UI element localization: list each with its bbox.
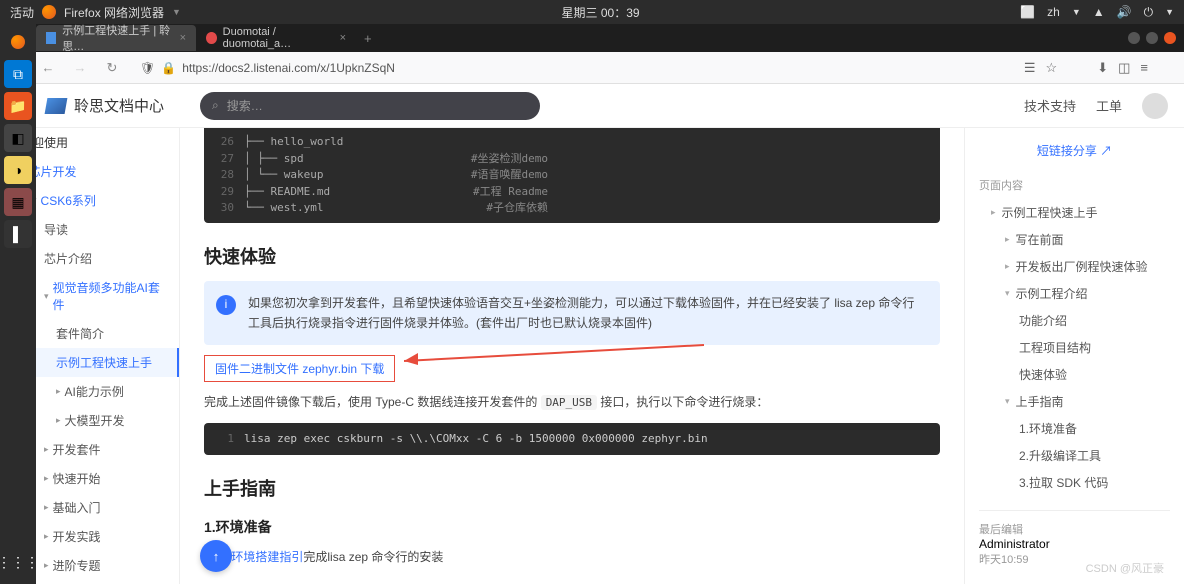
extension-icon[interactable]: ◫ (1118, 60, 1130, 76)
shield-icon: 🛡 (140, 61, 155, 75)
dock-terminal[interactable]: ▌ (4, 220, 32, 248)
toc-item[interactable]: 功能介绍 (979, 307, 1170, 334)
link-env-setup[interactable]: 环境搭建指引 (231, 550, 303, 564)
app-menu[interactable]: Firefox 网络浏览器 (64, 4, 164, 21)
lock-icon: 🔒 (161, 61, 176, 75)
code-tree: 26├── hello_world 27│ ├── spd#坐姿检测demo 2… (204, 128, 940, 223)
firefox-icon (42, 5, 56, 19)
scroll-top-button[interactable]: ↑ (200, 540, 232, 572)
heading-quick: 快速体验 (204, 243, 940, 269)
toc-item[interactable]: 工程项目结构 (979, 334, 1170, 361)
close-window-button[interactable] (1164, 32, 1176, 44)
toc-item[interactable]: ▸开发板出厂例程快速体验 (979, 253, 1170, 280)
download-link-boxed: 固件二进制文件 zephyr.bin 下载 (204, 355, 395, 382)
bookmark-icon[interactable]: ☆ (1046, 60, 1058, 76)
toc-title: 页面内容 (979, 177, 1170, 193)
info-icon: i (216, 295, 236, 315)
browser-tab-2[interactable]: Duomotai / duomotai_a… × (196, 25, 356, 51)
toc-item[interactable]: ▾示例工程介绍 (979, 280, 1170, 307)
table-of-contents: 短链接分享 ↗ 页面内容 ▸示例工程快速上手 ▸写在前面 ▸开发板出厂例程快速体… (964, 128, 1184, 584)
lang-indicator[interactable]: zh (1047, 5, 1060, 19)
toc-item[interactable]: ▸写在前面 (979, 226, 1170, 253)
dock-apps[interactable]: ⋮⋮⋮ (4, 548, 32, 576)
main-content: 26├── hello_world 27│ ├── spd#坐姿检测demo 2… (180, 128, 964, 584)
maximize-button[interactable] (1146, 32, 1158, 44)
menu-icon[interactable]: ≡ (1140, 60, 1148, 76)
url-text: https://docs2.listenai.com/x/1UpknZSqN (182, 61, 395, 75)
browser-tab-bar: 示例工程快速上手 | 聆思… × Duomotai / duomotai_a… … (0, 24, 1184, 52)
last-edit-info: 最后编辑 Administrator 昨天10:59 (979, 510, 1170, 567)
dock-firefox[interactable] (4, 28, 32, 56)
gnome-top-bar: 活动 Firefox 网络浏览器 ▼ 星期三 00：39 ⬜ zh ▼ ▲ 🔊 … (0, 0, 1184, 24)
clock[interactable]: 星期三 00：39 (181, 4, 1020, 21)
reader-icon[interactable]: ☰ (1024, 60, 1036, 76)
activities-button[interactable]: 活动 (10, 4, 34, 21)
heading-guide: 上手指南 (204, 475, 940, 501)
dock-files[interactable]: 📁 (4, 92, 32, 120)
paragraph-after-download: 完成上述固件镜像下载后，使用 Type-C 数据线连接开发套件的 DAP_USB… (204, 392, 940, 413)
search-placeholder: 搜索… (227, 97, 263, 114)
close-icon[interactable]: × (180, 32, 186, 44)
reload-button[interactable]: ↻ (100, 56, 124, 80)
info-callout: i 如果您初次拿到开发套件，且希望快速体验语音交互+坐姿检测能力，可以通过下载体… (204, 281, 940, 346)
dock-app3[interactable]: ▦ (4, 188, 32, 216)
site-title: 聆思文档中心 (74, 95, 164, 116)
screen-record-icon[interactable]: ⬜ (1020, 5, 1035, 19)
download-link[interactable]: 固件二进制文件 zephyr.bin 下载 (215, 362, 384, 376)
search-input[interactable]: ⌕ 搜索… (200, 92, 540, 120)
forward-button[interactable]: → (68, 56, 92, 80)
annotation-arrow (404, 341, 704, 371)
toc-item[interactable]: 2.升级编译工具 (979, 442, 1170, 469)
paragraph-env: 根据 环境搭建指引完成lisa zep 命令行的安装 (204, 547, 940, 567)
network-icon[interactable]: ▲ (1093, 5, 1105, 19)
tab-title: 示例工程快速上手 | 聆思… (62, 22, 173, 54)
logo-icon (45, 98, 68, 114)
code-command: 1lisa zep exec cskburn -s \\.\COMxx -C 6… (204, 423, 940, 456)
toc-item[interactable]: 1.环境准备 (979, 415, 1170, 442)
download-icon[interactable]: ⬇ (1097, 60, 1108, 76)
back-button[interactable]: ← (36, 56, 60, 80)
close-icon[interactable]: × (340, 32, 346, 44)
dock-app2[interactable]: ◑ (4, 156, 32, 184)
avatar[interactable] (1142, 93, 1168, 119)
tab-favicon-icon (46, 32, 56, 44)
address-bar[interactable]: 🛡 🔒 https://docs2.listenai.com/x/1UpknZS… (132, 56, 1016, 80)
nav-support[interactable]: 技术支持 (1024, 96, 1076, 115)
dock-app1[interactable]: ◧ (4, 124, 32, 152)
power-icon[interactable]: ⏻ (1144, 5, 1154, 20)
watermark: CSDN @风正豪 (1086, 560, 1164, 576)
browser-toolbar: ← → ↻ 🛡 🔒 https://docs2.listenai.com/x/1… (0, 52, 1184, 84)
toc-item[interactable]: 快速体验 (979, 361, 1170, 388)
nav-ticket[interactable]: 工单 (1096, 96, 1122, 115)
toc-item[interactable]: 3.拉取 SDK 代码 (979, 469, 1170, 496)
dock: ⧉ 📁 ◧ ◑ ▦ ▌ ⋮⋮⋮ (0, 24, 36, 584)
heading-env: 1.环境准备 (204, 517, 940, 537)
site-logo[interactable]: 聆思文档中心 (46, 95, 164, 116)
new-tab-button[interactable]: + (356, 31, 380, 46)
dock-vscode[interactable]: ⧉ (4, 60, 32, 88)
minimize-button[interactable] (1128, 32, 1140, 44)
search-icon: ⌕ (212, 98, 219, 113)
browser-tab-1[interactable]: 示例工程快速上手 | 聆思… × (36, 25, 196, 51)
site-header: 聆思文档中心 ⌕ 搜索… 技术支持 工单 (0, 84, 1184, 128)
tab-title: Duomotai / duomotai_a… (223, 26, 334, 50)
toc-item[interactable]: ▾上手指南 (979, 388, 1170, 415)
tab-favicon-icon (206, 32, 217, 44)
share-link[interactable]: 短链接分享 ↗ (979, 138, 1170, 169)
volume-icon[interactable]: 🔊 (1117, 5, 1132, 19)
toc-item[interactable]: ▸示例工程快速上手 (979, 199, 1170, 226)
